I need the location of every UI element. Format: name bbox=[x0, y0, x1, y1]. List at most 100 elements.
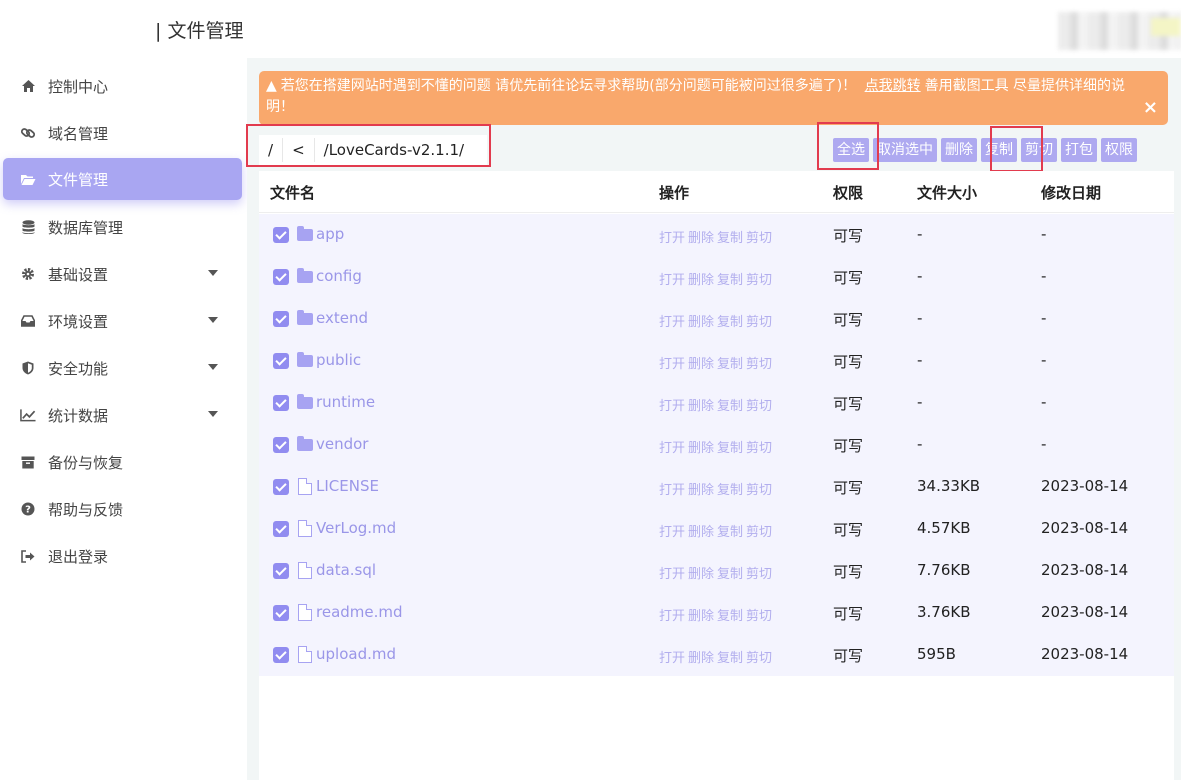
sidebar-item-logout[interactable]: 退出登录 bbox=[3, 535, 242, 577]
row-checkbox[interactable] bbox=[273, 311, 289, 327]
deselect-button[interactable]: 取消选中 bbox=[873, 138, 937, 162]
cut-action[interactable]: 剪切 bbox=[746, 273, 772, 288]
delete-action[interactable]: 删除 bbox=[688, 567, 714, 582]
file-name[interactable]: vendor bbox=[316, 435, 368, 453]
alert-link[interactable]: 点我跳转 bbox=[865, 78, 921, 94]
file-name[interactable]: VerLog.md bbox=[316, 519, 396, 537]
delete-button[interactable]: 删除 bbox=[941, 138, 977, 162]
delete-action[interactable]: 删除 bbox=[688, 231, 714, 246]
table-row[interactable]: VerLog.md 打开 删除 复制 剪切 可写 4.57KB 2023-08-14 bbox=[259, 508, 1174, 550]
row-checkbox[interactable] bbox=[273, 227, 289, 243]
cut-action[interactable]: 剪切 bbox=[746, 483, 772, 498]
cut-action[interactable]: 剪切 bbox=[746, 357, 772, 372]
delete-action[interactable]: 删除 bbox=[688, 399, 714, 414]
user-avatar[interactable] bbox=[1058, 12, 1181, 50]
cut-action[interactable]: 剪切 bbox=[746, 525, 772, 540]
cut-action[interactable]: 剪切 bbox=[746, 609, 772, 624]
table-row[interactable]: data.sql 打开 删除 复制 剪切 可写 7.76KB 2023-08-14 bbox=[259, 550, 1174, 592]
row-checkbox[interactable] bbox=[273, 521, 289, 537]
row-checkbox[interactable] bbox=[273, 395, 289, 411]
table-row[interactable]: vendor 打开 删除 复制 剪切 可写 - - bbox=[259, 424, 1174, 466]
open-action[interactable]: 打开 bbox=[659, 273, 685, 288]
file-name[interactable]: data.sql bbox=[316, 561, 376, 579]
delete-action[interactable]: 删除 bbox=[688, 273, 714, 288]
file-name[interactable]: config bbox=[316, 267, 362, 285]
delete-action[interactable]: 删除 bbox=[688, 525, 714, 540]
table-row[interactable]: public 打开 删除 复制 剪切 可写 - - bbox=[259, 340, 1174, 382]
cut-action[interactable]: 剪切 bbox=[746, 399, 772, 414]
open-action[interactable]: 打开 bbox=[659, 399, 685, 414]
cut-action[interactable]: 剪切 bbox=[746, 441, 772, 456]
delete-action[interactable]: 删除 bbox=[688, 651, 714, 666]
file-name[interactable]: public bbox=[316, 351, 361, 369]
sidebar-item-database[interactable]: 数据库管理 bbox=[3, 206, 242, 248]
open-action[interactable]: 打开 bbox=[659, 525, 685, 540]
copy-action[interactable]: 复制 bbox=[717, 651, 743, 666]
row-checkbox[interactable] bbox=[273, 563, 289, 579]
delete-action[interactable]: 删除 bbox=[688, 483, 714, 498]
cut-action[interactable]: 剪切 bbox=[746, 315, 772, 330]
table-row[interactable]: app 打开 删除 复制 剪切 可写 - - bbox=[259, 214, 1174, 256]
delete-action[interactable]: 删除 bbox=[688, 609, 714, 624]
sidebar-item-backup[interactable]: 备份与恢复 bbox=[3, 441, 242, 483]
copy-action[interactable]: 复制 bbox=[717, 609, 743, 624]
sidebar-item-basic-settings[interactable]: 基础设置 bbox=[3, 253, 242, 295]
copy-action[interactable]: 复制 bbox=[717, 399, 743, 414]
open-action[interactable]: 打开 bbox=[659, 483, 685, 498]
sidebar-item-domain[interactable]: 域名管理 bbox=[3, 112, 242, 154]
cut-action[interactable]: 剪切 bbox=[746, 567, 772, 582]
copy-action[interactable]: 复制 bbox=[717, 315, 743, 330]
file-name[interactable]: app bbox=[316, 225, 344, 243]
delete-action[interactable]: 删除 bbox=[688, 357, 714, 372]
cut-action[interactable]: 剪切 bbox=[746, 231, 772, 246]
table-row[interactable]: LICENSE 打开 删除 复制 剪切 可写 34.33KB 2023-08-14 bbox=[259, 466, 1174, 508]
path-root[interactable]: / bbox=[259, 138, 284, 162]
copy-action[interactable]: 复制 bbox=[717, 567, 743, 582]
delete-action[interactable]: 删除 bbox=[688, 315, 714, 330]
sidebar-item-dashboard[interactable]: 控制中心 bbox=[3, 65, 242, 107]
table-row[interactable]: upload.md 打开 删除 复制 剪切 可写 595B 2023-08-14 bbox=[259, 634, 1174, 676]
pack-button[interactable]: 打包 bbox=[1061, 138, 1097, 162]
select-all-button[interactable]: 全选 bbox=[833, 138, 869, 162]
sidebar-item-statistics[interactable]: 统计数据 bbox=[3, 394, 242, 436]
row-checkbox[interactable] bbox=[273, 269, 289, 285]
permission-button[interactable]: 权限 bbox=[1101, 138, 1137, 162]
cut-button[interactable]: 剪切 bbox=[1021, 138, 1057, 162]
copy-action[interactable]: 复制 bbox=[717, 357, 743, 372]
file-name[interactable]: readme.md bbox=[316, 603, 403, 621]
row-checkbox[interactable] bbox=[273, 479, 289, 495]
open-action[interactable]: 打开 bbox=[659, 231, 685, 246]
table-row[interactable]: config 打开 删除 复制 剪切 可写 - - bbox=[259, 256, 1174, 298]
copy-action[interactable]: 复制 bbox=[717, 525, 743, 540]
delete-action[interactable]: 删除 bbox=[688, 441, 714, 456]
open-action[interactable]: 打开 bbox=[659, 441, 685, 456]
row-checkbox[interactable] bbox=[273, 605, 289, 621]
row-checkbox[interactable] bbox=[273, 353, 289, 369]
file-name[interactable]: upload.md bbox=[316, 645, 396, 663]
close-icon[interactable]: × bbox=[1143, 97, 1158, 118]
open-action[interactable]: 打开 bbox=[659, 651, 685, 666]
cut-action[interactable]: 剪切 bbox=[746, 651, 772, 666]
copy-action[interactable]: 复制 bbox=[717, 231, 743, 246]
sidebar-item-security[interactable]: 安全功能 bbox=[3, 347, 242, 389]
sidebar-item-help[interactable]: ? 帮助与反馈 bbox=[3, 488, 242, 530]
sidebar-item-env-settings[interactable]: 环境设置 bbox=[3, 300, 242, 342]
copy-button[interactable]: 复制 bbox=[981, 138, 1017, 162]
file-name[interactable]: extend bbox=[316, 309, 368, 327]
copy-action[interactable]: 复制 bbox=[717, 273, 743, 288]
table-row[interactable]: runtime 打开 删除 复制 剪切 可写 - - bbox=[259, 382, 1174, 424]
open-action[interactable]: 打开 bbox=[659, 315, 685, 330]
table-row[interactable]: extend 打开 删除 复制 剪切 可写 - - bbox=[259, 298, 1174, 340]
row-checkbox[interactable] bbox=[273, 437, 289, 453]
path-back-button[interactable]: < bbox=[283, 138, 315, 162]
copy-action[interactable]: 复制 bbox=[717, 483, 743, 498]
copy-action[interactable]: 复制 bbox=[717, 441, 743, 456]
row-checkbox[interactable] bbox=[273, 647, 289, 663]
open-action[interactable]: 打开 bbox=[659, 567, 685, 582]
file-name[interactable]: LICENSE bbox=[316, 477, 379, 495]
file-name[interactable]: runtime bbox=[316, 393, 375, 411]
open-action[interactable]: 打开 bbox=[659, 609, 685, 624]
open-action[interactable]: 打开 bbox=[659, 357, 685, 372]
table-row[interactable]: readme.md 打开 删除 复制 剪切 可写 3.76KB 2023-08-14 bbox=[259, 592, 1174, 634]
sidebar-item-file-manager[interactable]: 文件管理 bbox=[3, 158, 242, 200]
